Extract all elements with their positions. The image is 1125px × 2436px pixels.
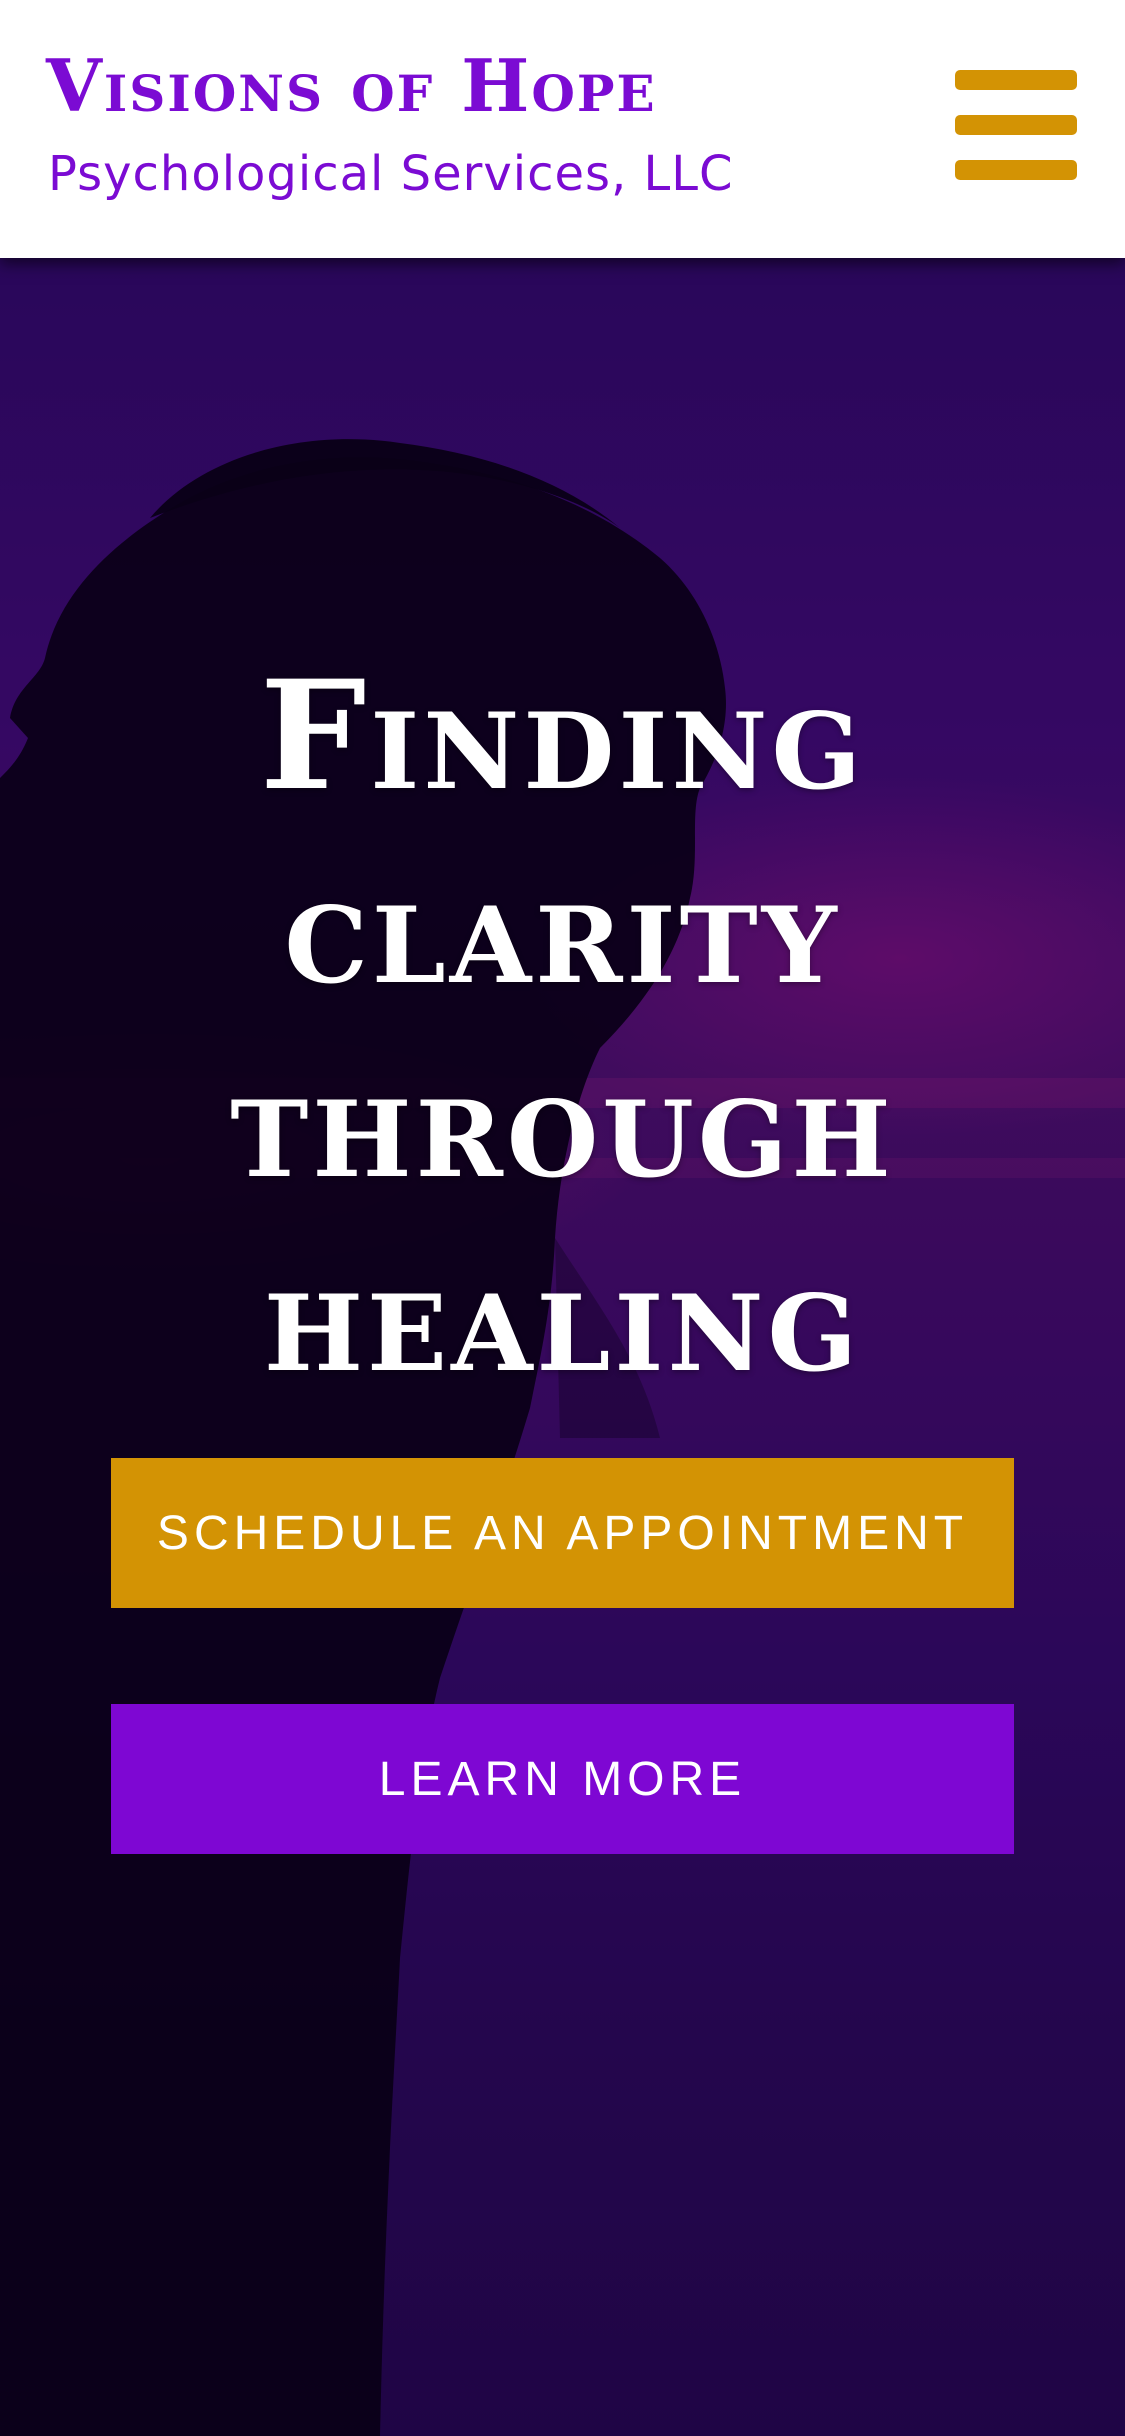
- menu-bar-middle: [955, 115, 1077, 135]
- hamburger-menu-icon[interactable]: [955, 70, 1077, 180]
- hero-heading-line-3: through: [230, 1035, 895, 1212]
- learn-more-button[interactable]: LEARN MORE: [111, 1704, 1014, 1854]
- menu-bar-bottom: [955, 160, 1077, 180]
- hero-section: Finding clarity through healing SCHEDULE…: [0, 258, 1125, 2436]
- menu-bar-top: [955, 70, 1077, 90]
- hero-heading-line-4: healing: [263, 1229, 862, 1406]
- hero-heading: Finding clarity through healing: [0, 639, 1125, 1415]
- hero-heading-line-2: clarity: [284, 841, 841, 1018]
- schedule-appointment-button[interactable]: SCHEDULE AN APPOINTMENT: [111, 1458, 1014, 1608]
- page: Visions of Hope Psychological Services, …: [0, 0, 1125, 2436]
- hero-heading-line-1: Finding: [259, 647, 866, 824]
- brand-title[interactable]: Visions of Hope: [46, 50, 657, 122]
- brand-subtitle[interactable]: Psychological Services, LLC: [48, 150, 734, 198]
- site-header: Visions of Hope Psychological Services, …: [0, 0, 1125, 258]
